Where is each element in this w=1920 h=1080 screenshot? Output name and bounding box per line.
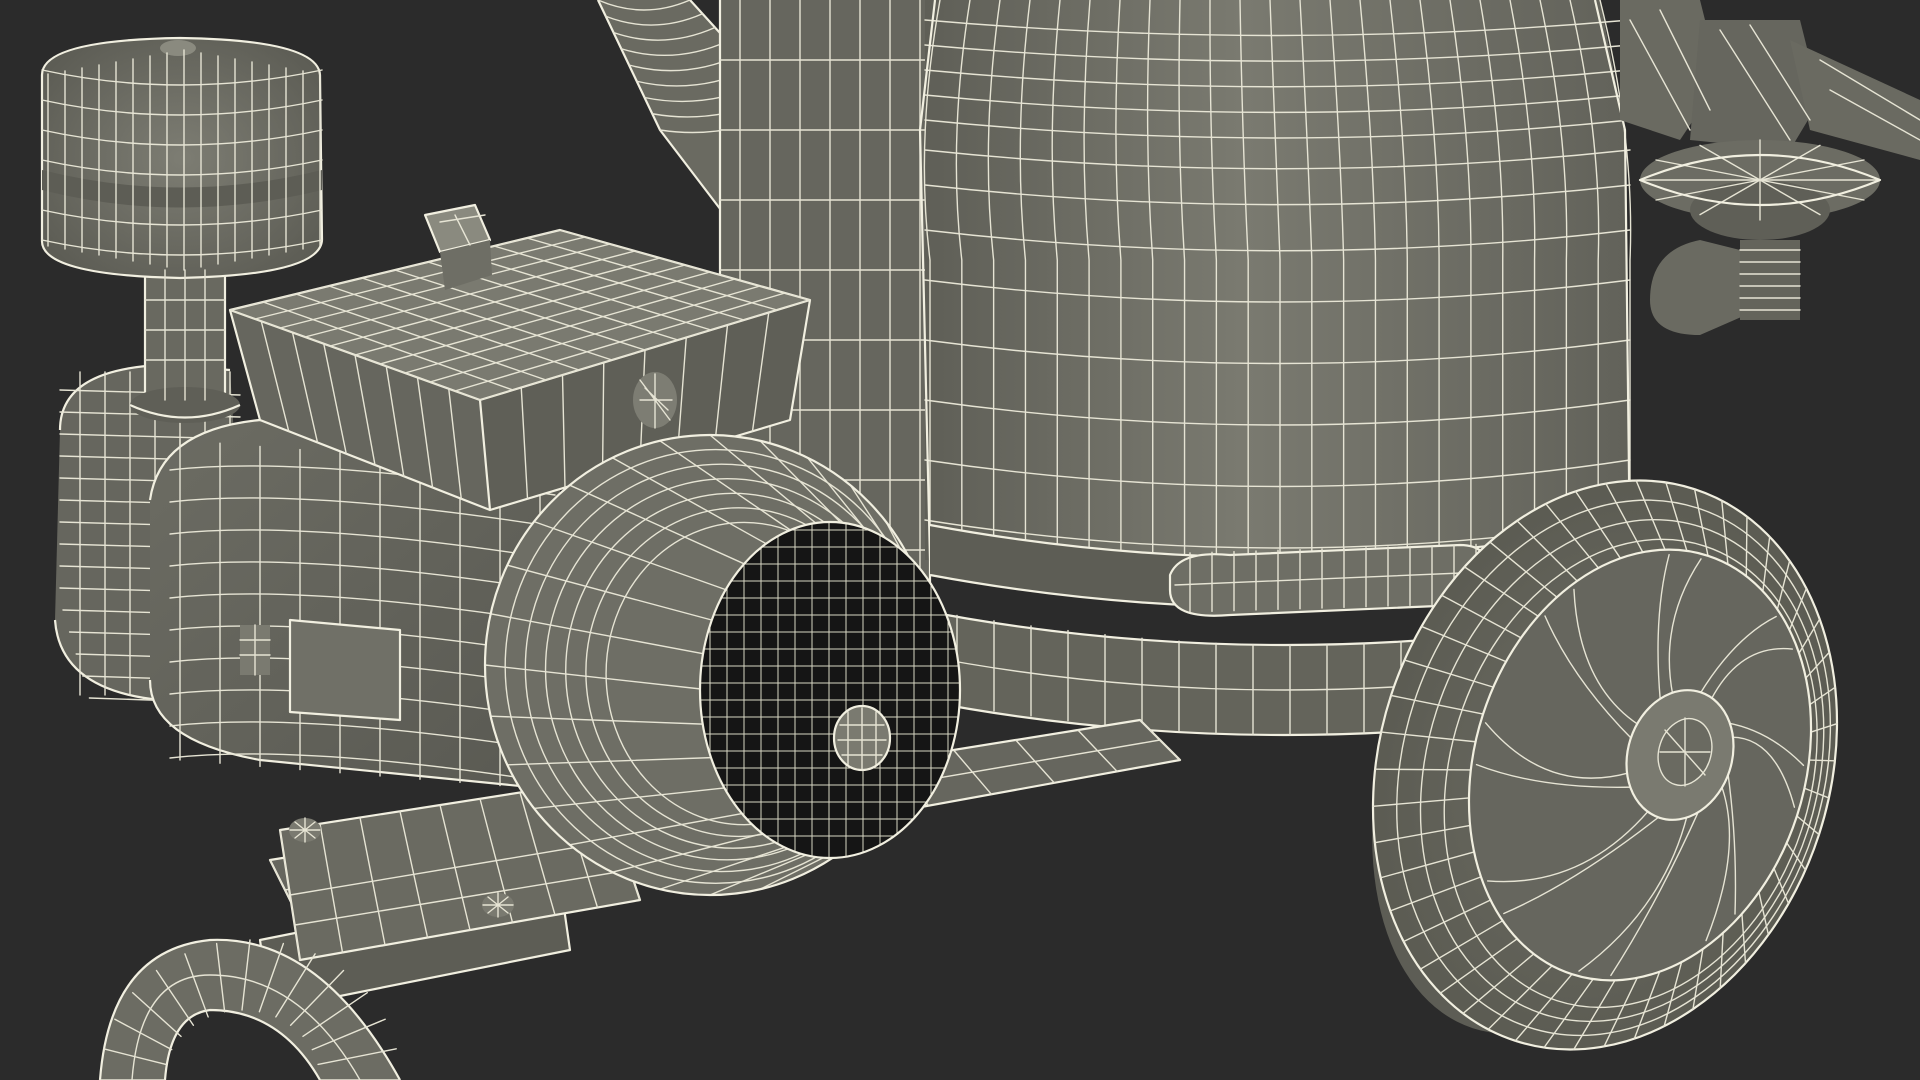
mount-bolt-left xyxy=(289,817,321,843)
valve-manifold xyxy=(1620,0,1920,335)
mount-bolt-right xyxy=(482,892,514,918)
cable-clip xyxy=(239,624,271,676)
tire-tread xyxy=(1745,515,1748,577)
fan-grille xyxy=(698,520,962,860)
cable-gland xyxy=(633,372,677,429)
render-viewport xyxy=(0,0,1920,1080)
fan-shaft-hub xyxy=(832,704,892,772)
wireframe-scene xyxy=(40,0,1920,1080)
motor-nameplate xyxy=(288,618,402,722)
